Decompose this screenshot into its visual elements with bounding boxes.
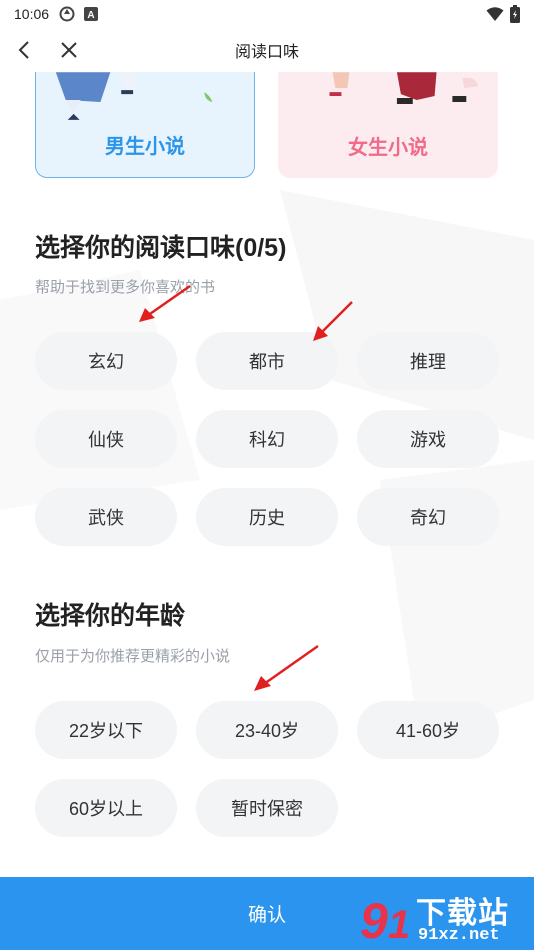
taste-section-title: 选择你的阅读口味(0/5) xyxy=(35,234,287,262)
nav-bar: 阅读口味 xyxy=(0,28,534,72)
status-time: 10:06 xyxy=(14,6,50,22)
svg-text:9: 9 xyxy=(360,893,388,946)
sync-icon xyxy=(59,6,75,22)
page-title: 阅读口味 xyxy=(234,44,299,61)
battery-icon xyxy=(510,5,520,27)
taste-chip[interactable]: 都市 xyxy=(196,332,338,390)
taste-chip[interactable]: 科幻 xyxy=(196,410,338,468)
status-bar: 10:06 A xyxy=(0,0,534,28)
taste-chip[interactable]: 历史 xyxy=(196,488,338,546)
taste-section-subtitle: 帮助于找到更多你喜欢的书 xyxy=(35,279,216,296)
age-chip[interactable]: 暂时保密 xyxy=(196,779,338,837)
a-badge-icon: A xyxy=(83,6,99,22)
age-chip[interactable]: 22岁以下 xyxy=(35,701,177,759)
svg-text:1: 1 xyxy=(388,903,410,946)
taste-chip[interactable]: 玄幻 xyxy=(35,332,177,390)
female-novel-label: 女生小说 xyxy=(348,137,428,159)
taste-chip[interactable]: 武侠 xyxy=(35,488,177,546)
svg-text:A: A xyxy=(87,10,94,21)
annotation-arrow-icon xyxy=(254,644,319,691)
male-novel-label: 男生小说 xyxy=(105,136,185,158)
wifi-icon xyxy=(486,6,504,26)
taste-chip[interactable]: 奇幻 xyxy=(357,488,499,546)
age-section-title: 选择你的年龄 xyxy=(35,602,186,630)
close-icon[interactable] xyxy=(56,37,82,63)
watermark-url: 91xz.net xyxy=(418,926,500,945)
age-chip[interactable]: 41-60岁 xyxy=(357,701,499,759)
watermark-logo-icon: 9 1 xyxy=(360,893,410,946)
taste-chip[interactable]: 推理 xyxy=(357,332,499,390)
chevron-left-icon[interactable] xyxy=(12,37,38,63)
age-section-subtitle: 仅用于为你推荐更精彩的小说 xyxy=(35,648,231,665)
taste-chip[interactable]: 仙侠 xyxy=(35,410,177,468)
female-novel-card[interactable]: 女生小说 xyxy=(278,72,498,178)
site-watermark: 9 1 下载站 91xz.net xyxy=(358,888,528,946)
female-illustration xyxy=(329,72,479,104)
age-chip[interactable]: 23-40岁 xyxy=(196,701,338,759)
male-novel-card[interactable]: 男生小说 xyxy=(35,72,255,178)
taste-chip[interactable]: 游戏 xyxy=(357,410,499,468)
male-illustration xyxy=(55,72,213,120)
age-chip[interactable]: 60岁以上 xyxy=(35,779,177,837)
confirm-label: 确认 xyxy=(247,905,286,926)
